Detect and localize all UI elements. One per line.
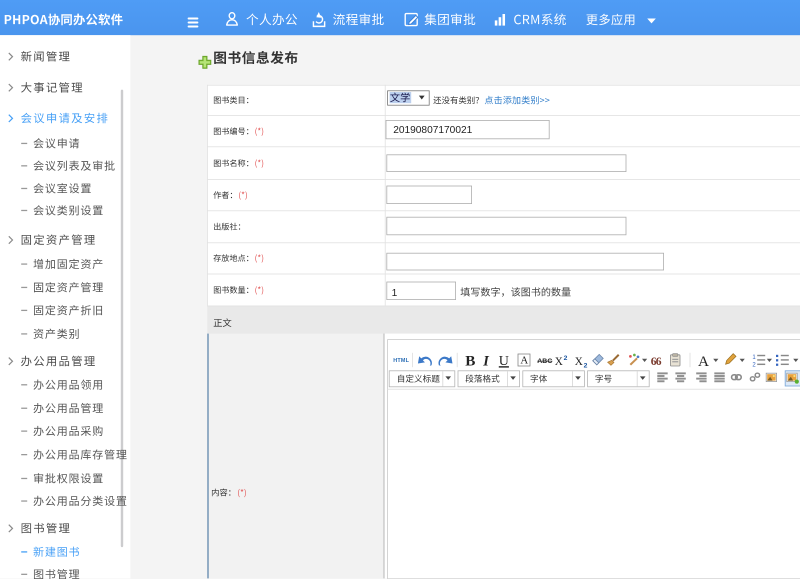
svg-text:A: A [698,353,709,370]
svg-text:HTML: HTML [393,358,409,364]
svg-text:I: I [482,354,489,370]
svg-text:X: X [555,356,563,368]
svg-text:1: 1 [392,288,398,299]
svg-text:U: U [499,354,509,369]
svg-text:B: B [465,353,475,370]
svg-text:2: 2 [564,355,568,362]
svg-text:A: A [520,355,528,367]
svg-text:X: X [575,356,583,368]
svg-text:ABC: ABC [537,358,552,365]
svg-text:66: 66 [651,355,662,368]
svg-text:1: 1 [752,355,756,361]
svg-text:2: 2 [752,362,756,368]
svg-text:20190807170021: 20190807170021 [393,125,472,136]
svg-text:2: 2 [584,363,588,370]
